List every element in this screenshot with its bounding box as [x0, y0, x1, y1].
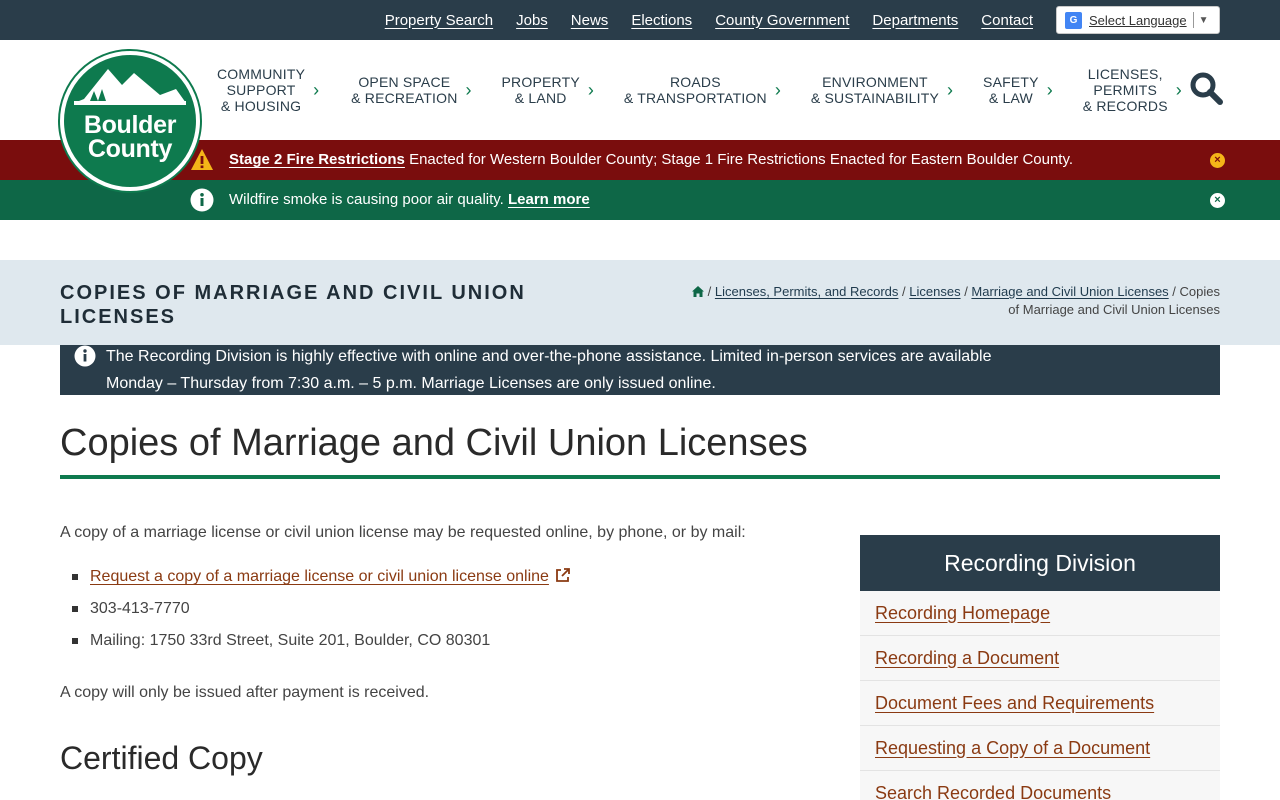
nav-item-label: OPEN SPACE & RECREATION [351, 74, 458, 106]
nav-item-label: SAFETY & LAW [983, 74, 1039, 106]
sidebar-link[interactable]: Search Recorded Documents [875, 783, 1111, 800]
fire-alert-message: Enacted for Western Boulder County; Stag… [404, 151, 1074, 168]
utility-link-departments[interactable]: Departments [872, 12, 958, 29]
list-item: Request a copy of a marriage license or … [60, 566, 571, 598]
chevron-right-icon: › [313, 80, 320, 100]
chevron-right-icon: › [465, 80, 472, 100]
nav-item-community-support-housing[interactable]: COMMUNITY SUPPORT & HOUSING › [217, 66, 319, 114]
external-link-icon[interactable] [555, 567, 571, 583]
breadcrumb-licenses[interactable]: Licenses [909, 284, 960, 299]
sidebar-item-search-recorded: Search Recorded Documents [860, 771, 1220, 800]
band-title: Copies of Marriage and Civil Union Licen… [60, 282, 526, 328]
nav-item-licenses-permits-records[interactable]: LICENSES, PERMITS & RECORDS › [1083, 66, 1182, 114]
payment-note: A copy will only be issued after payment… [60, 684, 430, 701]
translate-icon: G [1065, 11, 1082, 29]
sidebar-item-document-fees: Document Fees and Requirements [860, 681, 1220, 726]
sidebar-item-requesting-copy: Requesting a Copy of a Document [860, 726, 1220, 771]
list-item: 303-413-7770 [60, 598, 571, 630]
nav-item-label: LICENSES, PERMITS & RECORDS [1082, 66, 1168, 114]
utility-link-news[interactable]: News [571, 12, 609, 29]
sidebar-title: Recording Division [860, 535, 1220, 591]
page-title: Copies of Marriage and Civil Union Licen… [60, 422, 808, 464]
air-quality-alert-text: Wildfire smoke is causing poor air quali… [229, 191, 590, 208]
request-copy-online-link[interactable]: Request a copy of a marriage license or … [90, 568, 549, 585]
nav-item-open-space-recreation[interactable]: OPEN SPACE & RECREATION › [351, 74, 471, 106]
intro-text: A copy of a marriage license or civil un… [60, 524, 746, 541]
language-select-divider [1192, 12, 1194, 28]
logo-wordmark: Boulder County [64, 111, 196, 163]
nav-item-property-land[interactable]: PROPERTY & LAND › [502, 74, 594, 106]
sidebar-link[interactable]: Document Fees and Requirements [875, 693, 1154, 714]
nav-item-label: ENVIRONMENT & SUSTAINABILITY [810, 74, 940, 106]
utility-nav: Property Search Jobs News Elections Coun… [385, 0, 1033, 40]
logo-line-1: Boulder [83, 111, 177, 139]
breadcrumb-licenses-permits-records[interactable]: Licenses, Permits, and Records [715, 284, 899, 299]
utility-link-jobs[interactable]: Jobs [516, 12, 548, 29]
close-icon[interactable]: × [1210, 153, 1225, 168]
utility-link-contact[interactable]: Contact [981, 12, 1033, 29]
nav-item-label: PROPERTY & LAND [501, 74, 580, 106]
nav-item-safety-law[interactable]: SAFETY & LAW › [983, 74, 1053, 106]
info-circle-icon [74, 345, 96, 367]
chevron-right-icon: › [774, 80, 781, 100]
utility-link-county-government[interactable]: County Government [715, 12, 849, 29]
search-button[interactable] [1188, 70, 1224, 106]
logo-line-2: County [87, 135, 173, 163]
nav-item-label: COMMUNITY SUPPORT & HOUSING [217, 66, 306, 114]
utility-bar: Property Search Jobs News Elections Coun… [0, 0, 1280, 40]
request-methods-list: Request a copy of a marriage license or … [60, 566, 571, 662]
mailing-address: Mailing: 1750 33rd Street, Suite 201, Bo… [90, 632, 491, 649]
close-icon[interactable]: × [1210, 193, 1225, 208]
language-select[interactable]: G Select Language ▼ [1056, 6, 1220, 34]
chevron-right-icon: › [1175, 80, 1182, 100]
fire-alert-text: Stage 2 Fire Restrictions Enacted for We… [229, 151, 1073, 168]
nav-item-environment-sustainability[interactable]: ENVIRONMENT & SUSTAINABILITY › [811, 74, 953, 106]
sidebar-item-recording-a-document: Recording a Document [860, 636, 1220, 681]
recording-division-sidebar: Recording Division Recording Homepage Re… [860, 535, 1220, 800]
main-nav: COMMUNITY SUPPORT & HOUSING › OPEN SPACE… [210, 40, 1182, 140]
home-icon[interactable] [692, 286, 705, 297]
certified-copy-heading: Certified Copy [60, 740, 263, 776]
sidebar-item-recording-homepage: Recording Homepage [860, 591, 1220, 636]
nav-item-roads-transportation[interactable]: ROADS & TRANSPORTATION › [624, 74, 781, 106]
phone-number: 303-413-7770 [90, 600, 190, 617]
search-icon [1190, 72, 1223, 105]
fire-restrictions-link[interactable]: Stage 2 Fire Restrictions [229, 151, 405, 168]
chevron-right-icon: › [947, 80, 954, 100]
breadcrumb: / Licenses, Permits, and Records / Licen… [680, 283, 1220, 319]
dropdown-arrow-icon: ▼ [1198, 14, 1209, 26]
boulder-county-logo[interactable]: Boulder County [60, 51, 200, 191]
info-banner-text: The Recording Division is highly effecti… [106, 348, 992, 392]
chevron-right-icon: › [587, 80, 594, 100]
learn-more-link[interactable]: Learn more [508, 191, 590, 208]
recording-info-banner: The Recording Division is highly effecti… [60, 345, 1220, 395]
nav-item-label: ROADS & TRANSPORTATION [623, 74, 767, 106]
list-item: Mailing: 1750 33rd Street, Suite 201, Bo… [60, 630, 571, 662]
sidebar-link[interactable]: Recording Homepage [875, 603, 1050, 624]
air-quality-message: Wildfire smoke is causing poor air quali… [229, 191, 508, 208]
info-circle-icon [190, 188, 214, 212]
page-title-band: Copies of Marriage and Civil Union Licen… [0, 260, 1280, 345]
heading-underline [60, 475, 1220, 479]
breadcrumb-marriage-civil-union[interactable]: Marriage and Civil Union Licenses [971, 284, 1168, 299]
language-select-label: Select Language [1089, 12, 1187, 28]
chevron-right-icon: › [1046, 80, 1053, 100]
utility-link-property-search[interactable]: Property Search [385, 12, 493, 29]
sidebar-link[interactable]: Requesting a Copy of a Document [875, 738, 1150, 759]
sidebar-link[interactable]: Recording a Document [875, 648, 1059, 669]
utility-link-elections[interactable]: Elections [631, 12, 692, 29]
